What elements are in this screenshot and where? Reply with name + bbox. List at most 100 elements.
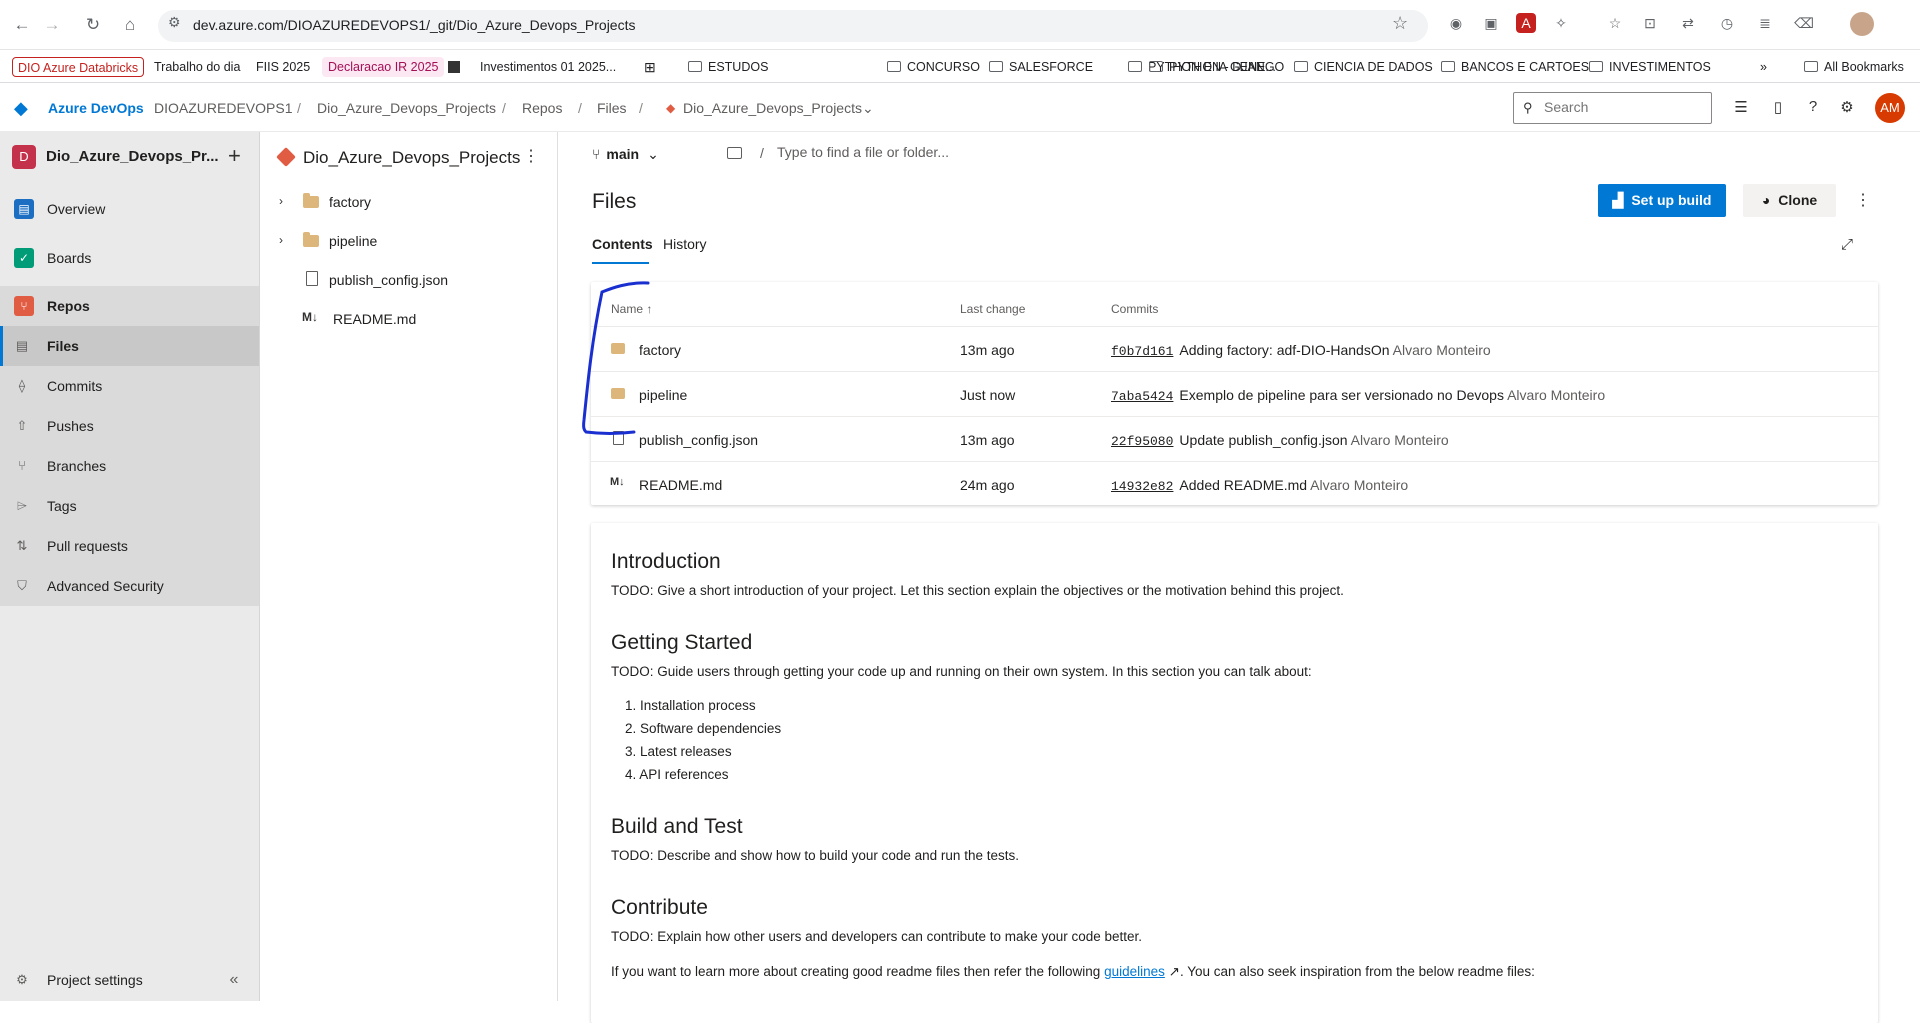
screenshot-icon[interactable]: ⊡ bbox=[1640, 13, 1660, 33]
bookmark-folder[interactable]: BANCOS E CARTOES bbox=[1437, 57, 1593, 77]
breadcrumb-separator: / bbox=[639, 100, 643, 116]
favorites-icon[interactable]: ☆ bbox=[1605, 13, 1625, 33]
nav-repos[interactable]: ⑂ Repos bbox=[0, 286, 259, 326]
home-icon[interactable]: ⌂ bbox=[118, 13, 142, 37]
back-icon[interactable]: ← bbox=[10, 13, 34, 37]
bookmark-folder[interactable]: PYTHON - DJANGO bbox=[1145, 57, 1288, 77]
branch-selector[interactable]: ⑂ main ⌄ bbox=[592, 146, 659, 163]
bookmark-item[interactable]: DIO Azure Databricks bbox=[12, 57, 145, 77]
pull-requests-icon: ⇅ bbox=[16, 538, 28, 553]
bookmark-folder[interactable]: SALESFORCE bbox=[985, 57, 1097, 77]
commit-sha-link[interactable]: f0b7d161 bbox=[1111, 344, 1173, 359]
pdf-extension-icon[interactable]: A bbox=[1516, 13, 1536, 33]
breadcrumb-repos[interactable]: Repos bbox=[522, 100, 562, 116]
commit-sha-link[interactable]: 22f95080 bbox=[1111, 434, 1173, 449]
chevron-right-icon[interactable]: › bbox=[279, 194, 283, 208]
tree-item-file[interactable]: M↓ README.md bbox=[261, 300, 557, 338]
clone-button[interactable]: ◕ Clone bbox=[1743, 184, 1836, 217]
set-up-build-button[interactable]: ▟ Set up build bbox=[1598, 184, 1726, 217]
azure-devops-logo-icon[interactable]: ◆ bbox=[14, 98, 36, 118]
extension-icon[interactable]: ▣ bbox=[1481, 13, 1501, 33]
project-name[interactable]: Dio_Azure_Devops_Pr... bbox=[46, 148, 219, 165]
puzzle-icon[interactable]: ✧ bbox=[1551, 13, 1571, 33]
column-header-name[interactable]: Name ↑ bbox=[611, 302, 652, 316]
nav-advanced-security[interactable]: ⛉ Advanced Security bbox=[0, 566, 259, 606]
nav-commits[interactable]: ⟠ Commits bbox=[0, 366, 259, 406]
nav-files[interactable]: ▤ Files bbox=[0, 326, 259, 366]
bookmark-item[interactable]: Declaracao IR 2025 bbox=[322, 57, 445, 77]
breadcrumb-repo-selector[interactable]: Dio_Azure_Devops_Projects bbox=[683, 100, 862, 116]
tree-item-folder[interactable]: › factory bbox=[261, 183, 557, 221]
more-bookmarks-icon[interactable]: » bbox=[1756, 57, 1771, 77]
bookmark-folder[interactable]: ESTUDOS bbox=[684, 57, 772, 77]
forward-icon[interactable]: → bbox=[40, 13, 64, 37]
file-name[interactable]: README.md bbox=[639, 477, 722, 493]
table-row[interactable]: publish_config.json 13m ago 22f95080 Upda… bbox=[591, 416, 1878, 461]
bookmark-folder[interactable]: CONCURSO bbox=[883, 57, 984, 77]
user-settings-icon[interactable]: ⚙ bbox=[1837, 98, 1857, 118]
breadcrumb-project[interactable]: Dio_Azure_Devops_Projects bbox=[317, 100, 496, 116]
tree-item-file[interactable]: publish_config.json bbox=[261, 261, 557, 299]
nav-branches[interactable]: ⑂ Branches bbox=[0, 446, 259, 486]
file-name[interactable]: publish_config.json bbox=[639, 432, 758, 448]
table-row[interactable]: factory 13m ago f0b7d161 Adding factory: … bbox=[591, 326, 1878, 371]
tree-item-folder[interactable]: › pipeline bbox=[261, 222, 557, 260]
readme-paragraph: TODO: Explain how other users and develo… bbox=[611, 929, 1143, 944]
site-info-icon[interactable]: ⚙ bbox=[168, 14, 181, 31]
nav-pushes[interactable]: ⇧ Pushes bbox=[0, 406, 259, 446]
delete-icon[interactable]: ⌫ bbox=[1794, 13, 1814, 33]
url-text[interactable]: dev.azure.com/DIOAZUREDEVOPS1/_git/Dio_A… bbox=[193, 17, 635, 33]
chevron-down-icon[interactable]: ⌄ bbox=[862, 100, 874, 117]
commit-sha-link[interactable]: 7aba5424 bbox=[1111, 389, 1173, 404]
table-row[interactable]: M↓ README.md 24m ago 14932e82 Added READM… bbox=[591, 461, 1878, 506]
translate-icon[interactable]: ⇄ bbox=[1678, 13, 1698, 33]
apps-grid-icon[interactable]: ⊞ bbox=[640, 57, 660, 77]
bookmark-item[interactable]: Trabalho do dia bbox=[150, 57, 244, 77]
breadcrumb-files[interactable]: Files bbox=[597, 100, 627, 116]
bookmark-star-icon[interactable]: ☆ bbox=[1392, 13, 1408, 34]
overview-icon: ▤ bbox=[14, 199, 34, 219]
repo-name[interactable]: Dio_Azure_Devops_Projects bbox=[303, 148, 520, 168]
commit-sha-link[interactable]: 14932e82 bbox=[1111, 479, 1173, 494]
work-items-icon[interactable]: ☰ bbox=[1731, 98, 1751, 118]
search-box[interactable]: ⚲ bbox=[1513, 92, 1712, 124]
path-search-input[interactable]: Type to find a file or folder... bbox=[777, 144, 949, 160]
marketplace-icon[interactable]: ▯ bbox=[1768, 98, 1788, 118]
project-header[interactable]: D Dio_Azure_Devops_Pr... + bbox=[12, 145, 252, 169]
project-settings[interactable]: ⚙ Project settings « bbox=[0, 960, 259, 1000]
bookmark-item[interactable]: Investimentos 01 2025... bbox=[476, 57, 620, 77]
nav-tags[interactable]: ⌲ Tags bbox=[0, 486, 259, 526]
bookmark-item[interactable]: FIIS 2025 bbox=[252, 57, 314, 77]
brand-link[interactable]: Azure DevOps bbox=[48, 100, 144, 116]
file-name[interactable]: pipeline bbox=[639, 387, 687, 403]
help-icon[interactable]: ? bbox=[1803, 98, 1823, 118]
reading-list-icon[interactable]: ≣ bbox=[1755, 13, 1775, 33]
bookmark-folder[interactable]: CIENCIA DE DADOS bbox=[1290, 57, 1437, 77]
add-icon[interactable]: + bbox=[228, 145, 241, 167]
file-tree-panel: Dio_Azure_Devops_Projects ⋮ › factory › … bbox=[261, 132, 558, 1001]
more-options-icon[interactable]: ⋮ bbox=[523, 146, 539, 166]
reload-icon[interactable]: ↻ bbox=[81, 13, 105, 37]
app-header: ◆ Azure DevOps DIOAZUREDEVOPS1 / Dio_Azu… bbox=[0, 84, 1920, 132]
fullscreen-icon[interactable]: ⤢ bbox=[1841, 236, 1853, 253]
guidelines-link[interactable]: guidelines bbox=[1104, 964, 1165, 979]
collapse-nav-icon[interactable]: « bbox=[226, 972, 242, 988]
table-row[interactable]: pipeline Just now 7aba5424 Exemplo de pip… bbox=[591, 371, 1878, 416]
more-options-icon[interactable]: ⋮ bbox=[1855, 190, 1871, 210]
history-icon[interactable]: ◷ bbox=[1717, 13, 1737, 33]
tab-history[interactable]: History bbox=[663, 236, 707, 252]
tab-contents[interactable]: Contents bbox=[592, 236, 653, 252]
nav-boards[interactable]: ✓ Boards bbox=[0, 238, 259, 278]
bookmark-folder[interactable]: All Bookmarks bbox=[1800, 57, 1908, 77]
user-avatar[interactable]: AM bbox=[1875, 93, 1905, 123]
nav-overview[interactable]: ▤ Overview bbox=[0, 189, 259, 229]
chevron-right-icon[interactable]: › bbox=[279, 233, 283, 247]
extension-icon[interactable]: ◉ bbox=[1446, 13, 1466, 33]
browser-profile-avatar[interactable] bbox=[1850, 12, 1874, 36]
bookmark-folder[interactable]: INVESTIMENTOS bbox=[1585, 57, 1715, 77]
breadcrumb-org[interactable]: DIOAZUREDEVOPS1 bbox=[154, 100, 292, 116]
file-name[interactable]: factory bbox=[639, 342, 681, 358]
search-input[interactable] bbox=[1544, 99, 1704, 115]
text: . You can also seek inspiration from the… bbox=[1179, 964, 1535, 979]
nav-pull-requests[interactable]: ⇅ Pull requests bbox=[0, 526, 259, 566]
